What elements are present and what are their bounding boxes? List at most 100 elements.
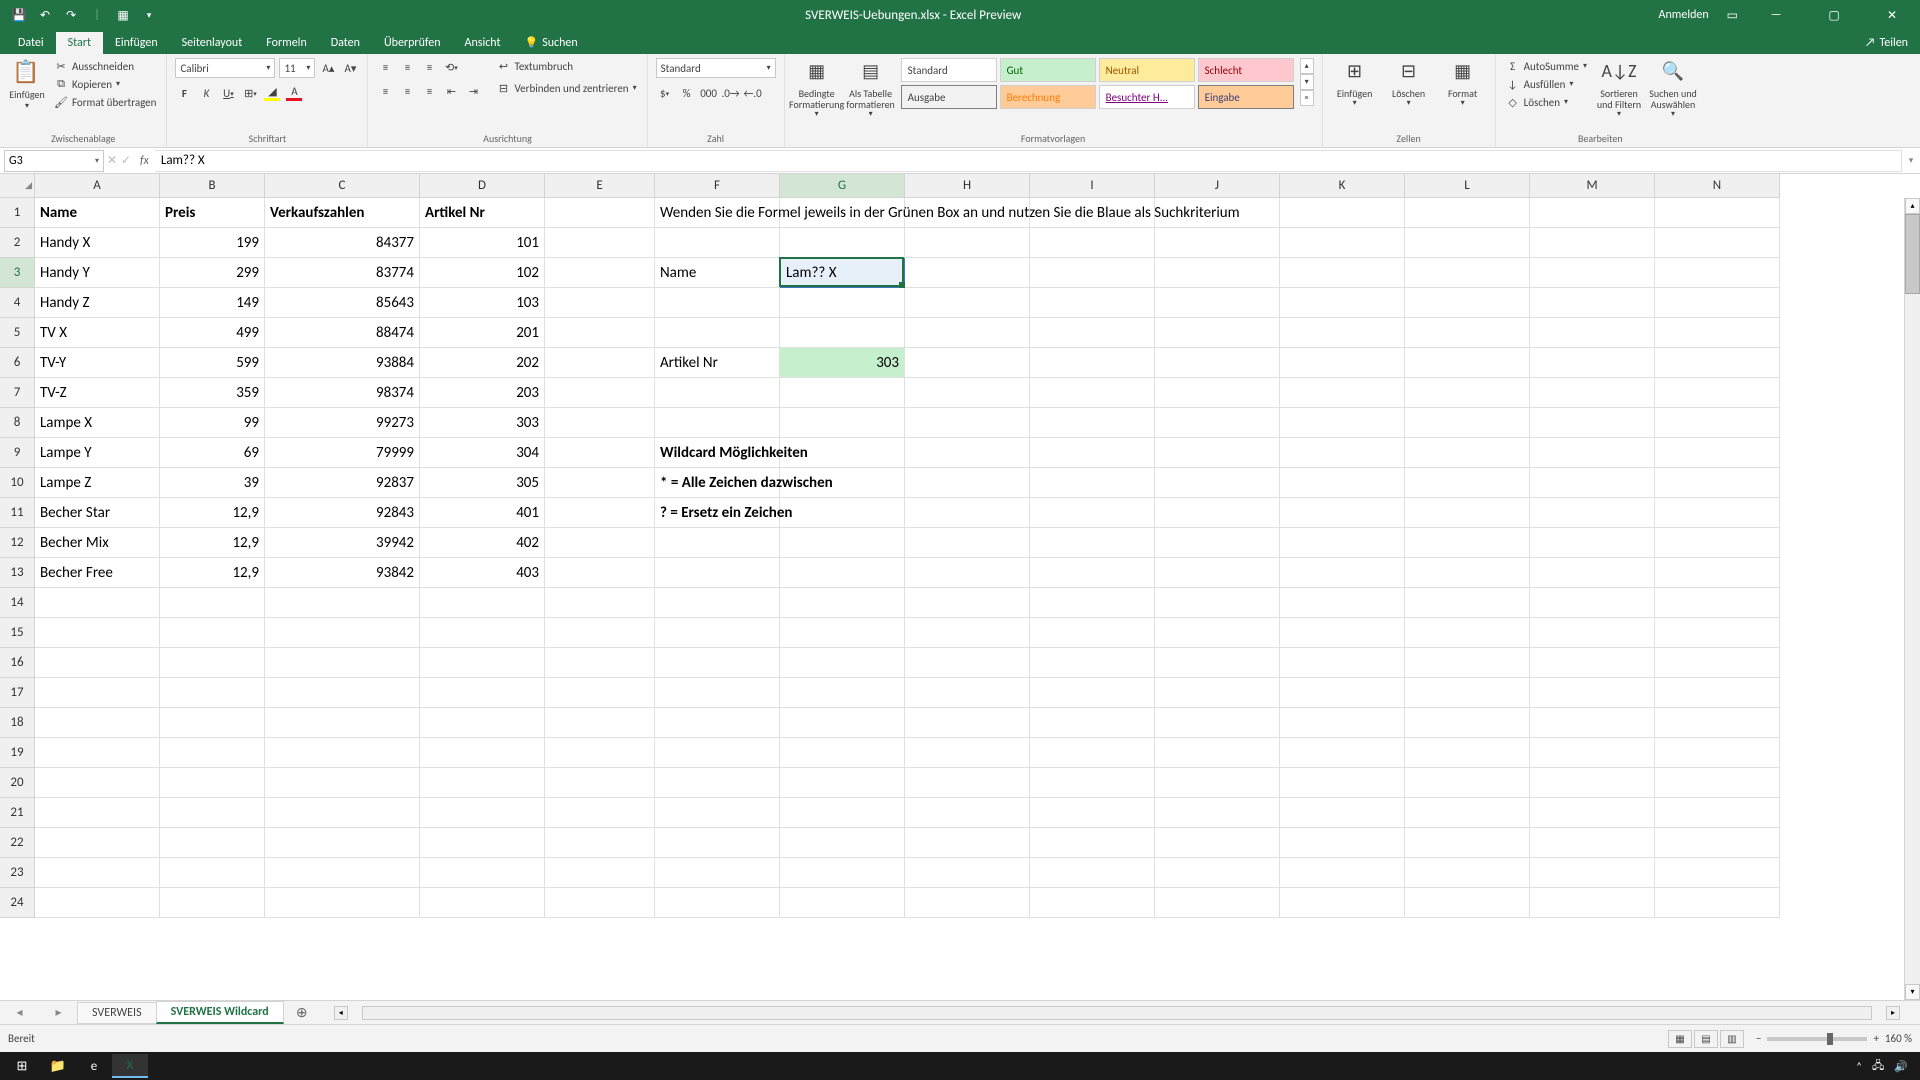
cell-G6[interactable]: 303 — [780, 348, 905, 378]
cell-B14[interactable] — [160, 588, 265, 618]
row-header-1[interactable]: 1 — [0, 198, 35, 228]
cell-J19[interactable] — [1155, 738, 1280, 768]
cell-G18[interactable] — [780, 708, 905, 738]
cell-L24[interactable] — [1405, 888, 1530, 918]
cell-J14[interactable] — [1155, 588, 1280, 618]
tray-volume-icon[interactable]: 🔊 — [1894, 1060, 1908, 1073]
cell-M6[interactable] — [1530, 348, 1655, 378]
cell-I11[interactable] — [1030, 498, 1155, 528]
col-header-L[interactable]: L — [1405, 174, 1530, 198]
cell-B2[interactable]: 199 — [160, 228, 265, 258]
cell-E15[interactable] — [545, 618, 655, 648]
tab-einfuegen[interactable]: Einfügen — [103, 32, 170, 54]
cell-J10[interactable] — [1155, 468, 1280, 498]
cell-E17[interactable] — [545, 678, 655, 708]
cell-E6[interactable] — [545, 348, 655, 378]
col-header-A[interactable]: A — [35, 174, 160, 198]
cell-L15[interactable] — [1405, 618, 1530, 648]
cell-F7[interactable] — [655, 378, 780, 408]
cell-K10[interactable] — [1280, 468, 1405, 498]
row-header-10[interactable]: 10 — [0, 468, 35, 498]
cell-A20[interactable] — [35, 768, 160, 798]
cell-H2[interactable] — [905, 228, 1030, 258]
cell-H5[interactable] — [905, 318, 1030, 348]
cell-H15[interactable] — [905, 618, 1030, 648]
row-header-24[interactable]: 24 — [0, 888, 35, 918]
cell-E22[interactable] — [545, 828, 655, 858]
autosum-button[interactable]: ΣAutoSumme▾ — [1504, 58, 1589, 74]
col-header-H[interactable]: H — [905, 174, 1030, 198]
cell-N14[interactable] — [1655, 588, 1780, 618]
cell-F2[interactable] — [655, 228, 780, 258]
cell-I20[interactable] — [1030, 768, 1155, 798]
cell-N24[interactable] — [1655, 888, 1780, 918]
cell-E20[interactable] — [545, 768, 655, 798]
cell-D14[interactable] — [420, 588, 545, 618]
cell-A16[interactable] — [35, 648, 160, 678]
cell-C15[interactable] — [265, 618, 420, 648]
view-page-layout-button[interactable]: ▤ — [1694, 1030, 1718, 1048]
cell-K7[interactable] — [1280, 378, 1405, 408]
cell-M2[interactable] — [1530, 228, 1655, 258]
copy-button[interactable]: ⧉Kopieren▾ — [52, 76, 158, 92]
cell-D6[interactable]: 202 — [420, 348, 545, 378]
cell-D13[interactable]: 403 — [420, 558, 545, 588]
font-size-select[interactable]: 11▾ — [279, 58, 315, 78]
cell-A2[interactable]: Handy X — [35, 228, 160, 258]
cell-B20[interactable] — [160, 768, 265, 798]
cell-L10[interactable] — [1405, 468, 1530, 498]
styles-more[interactable]: ≡ — [1300, 90, 1314, 106]
cell-H11[interactable] — [905, 498, 1030, 528]
cell-H10[interactable] — [905, 468, 1030, 498]
align-left-button[interactable]: ≡ — [376, 82, 394, 100]
cell-B17[interactable] — [160, 678, 265, 708]
style-besucht[interactable]: Besuchter H... — [1099, 85, 1195, 109]
cell-H17[interactable] — [905, 678, 1030, 708]
scroll-down-button[interactable]: ▾ — [1905, 984, 1920, 1000]
share-button[interactable]: Teilen — [1853, 32, 1920, 54]
cell-F23[interactable] — [655, 858, 780, 888]
row-header-20[interactable]: 20 — [0, 768, 35, 798]
cell-H19[interactable] — [905, 738, 1030, 768]
align-bottom-button[interactable]: ≡ — [420, 58, 438, 76]
minimize-button[interactable]: — — [1756, 0, 1796, 30]
cell-D16[interactable] — [420, 648, 545, 678]
cell-K23[interactable] — [1280, 858, 1405, 888]
cell-L18[interactable] — [1405, 708, 1530, 738]
cell-M1[interactable] — [1530, 198, 1655, 228]
cell-H6[interactable] — [905, 348, 1030, 378]
zoom-out-button[interactable]: − — [1756, 1032, 1761, 1045]
percent-button[interactable]: % — [678, 84, 696, 102]
row-header-22[interactable]: 22 — [0, 828, 35, 858]
cell-L9[interactable] — [1405, 438, 1530, 468]
cell-G21[interactable] — [780, 798, 905, 828]
cell-L16[interactable] — [1405, 648, 1530, 678]
cell-M18[interactable] — [1530, 708, 1655, 738]
accounting-button[interactable]: $▾ — [656, 84, 674, 102]
cell-G14[interactable] — [780, 588, 905, 618]
cell-B3[interactable]: 299 — [160, 258, 265, 288]
bold-button[interactable]: F — [175, 84, 193, 102]
cell-A12[interactable]: Becher Mix — [35, 528, 160, 558]
cell-D4[interactable]: 103 — [420, 288, 545, 318]
row-header-8[interactable]: 8 — [0, 408, 35, 438]
col-header-B[interactable]: B — [160, 174, 265, 198]
sheet-tab-sverweis-wildcard[interactable]: SVERWEIS Wildcard — [156, 1001, 284, 1024]
cell-C20[interactable] — [265, 768, 420, 798]
cell-N7[interactable] — [1655, 378, 1780, 408]
row-header-3[interactable]: 3 — [0, 258, 35, 288]
cell-N9[interactable] — [1655, 438, 1780, 468]
cell-C13[interactable]: 93842 — [265, 558, 420, 588]
cell-D15[interactable] — [420, 618, 545, 648]
cell-A10[interactable]: Lampe Z — [35, 468, 160, 498]
cell-K20[interactable] — [1280, 768, 1405, 798]
increase-decimal-button[interactable]: .0→ — [722, 84, 740, 102]
cell-F17[interactable] — [655, 678, 780, 708]
insert-cells-button[interactable]: ⊞Einfügen▾ — [1331, 58, 1379, 108]
styles-scroll-down[interactable]: ▾ — [1300, 74, 1314, 90]
cell-E2[interactable] — [545, 228, 655, 258]
cell-L11[interactable] — [1405, 498, 1530, 528]
style-eingabe[interactable]: Eingabe — [1198, 85, 1294, 109]
cell-F6[interactable]: Artikel Nr — [655, 348, 780, 378]
col-header-N[interactable]: N — [1655, 174, 1780, 198]
